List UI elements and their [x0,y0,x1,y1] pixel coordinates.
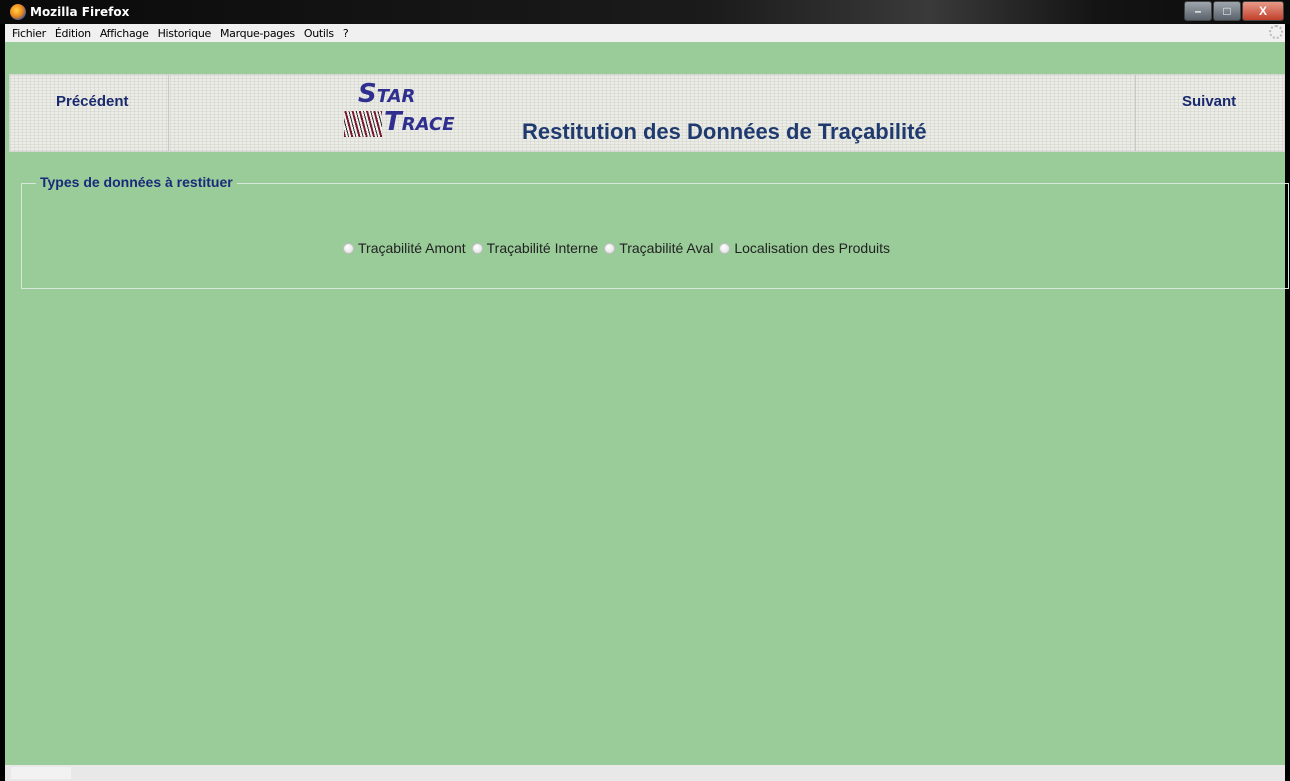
fieldset-legend: Types de données à restituer [36,174,237,190]
logo-trace-text: TRACE [384,107,455,137]
status-bar [5,765,1285,781]
data-types-fieldset: Types de données à restituer Traçabilité… [21,174,1289,289]
data-type-radio-group: Traçabilité Amont Traçabilité Interne Tr… [343,240,896,256]
menu-marque-pages[interactable]: Marque-pages [220,27,295,40]
radio-button[interactable] [604,242,616,254]
menu-affichage[interactable]: Affichage [100,27,149,40]
menu-outils[interactable]: Outils [304,27,334,40]
radio-tracabilite-interne[interactable]: Traçabilité Interne [471,240,599,256]
loading-spinner-icon [1269,25,1283,39]
menu-historique[interactable]: Historique [158,27,212,40]
radio-button[interactable] [471,242,483,254]
previous-link[interactable]: Précédent [56,93,129,110]
radio-label: Localisation des Produits [734,240,891,256]
page-header: Précédent STAR TRACE Restitution des Don… [9,74,1285,152]
radio-label: Traçabilité Interne [486,240,599,256]
page-content: Précédent STAR TRACE Restitution des Don… [5,42,1289,765]
radio-button[interactable] [343,242,354,254]
title-bar: Mozilla Firefox – □ X [0,0,1290,24]
page-title: Restitution des Données de Traçabilité [522,119,927,144]
status-segment [11,767,71,779]
next-cell: Suivant [1135,75,1284,151]
radio-label: Traçabilité Amont [358,240,466,256]
radio-tracabilite-amont[interactable]: Traçabilité Amont [343,240,466,256]
radio-tracabilite-aval[interactable]: Traçabilité Aval [604,240,713,256]
menu-edition[interactable]: Édition [55,27,91,40]
window-title: Mozilla Firefox [30,5,130,19]
previous-cell: Précédent [10,75,169,151]
radio-label: Traçabilité Aval [619,240,714,256]
window-controls: – □ X [1183,1,1284,21]
next-link[interactable]: Suivant [1182,93,1236,110]
menu-bar: Fichier Édition Affichage Historique Mar… [5,24,1285,42]
minimize-button[interactable]: – [1184,1,1212,21]
firefox-icon [10,4,26,20]
menu-fichier[interactable]: Fichier [12,27,46,40]
radio-localisation-produits[interactable]: Localisation des Produits [719,240,890,256]
logo-star-text: STAR [358,79,416,109]
startrace-logo: STAR TRACE [344,79,514,145]
close-button[interactable]: X [1242,1,1284,21]
browser-window: Mozilla Firefox – □ X Fichier Édition Af… [0,0,1290,781]
maximize-button[interactable]: □ [1213,1,1241,21]
barcode-icon [344,111,382,137]
menu-aide[interactable]: ? [343,27,349,40]
radio-button[interactable] [719,242,731,254]
